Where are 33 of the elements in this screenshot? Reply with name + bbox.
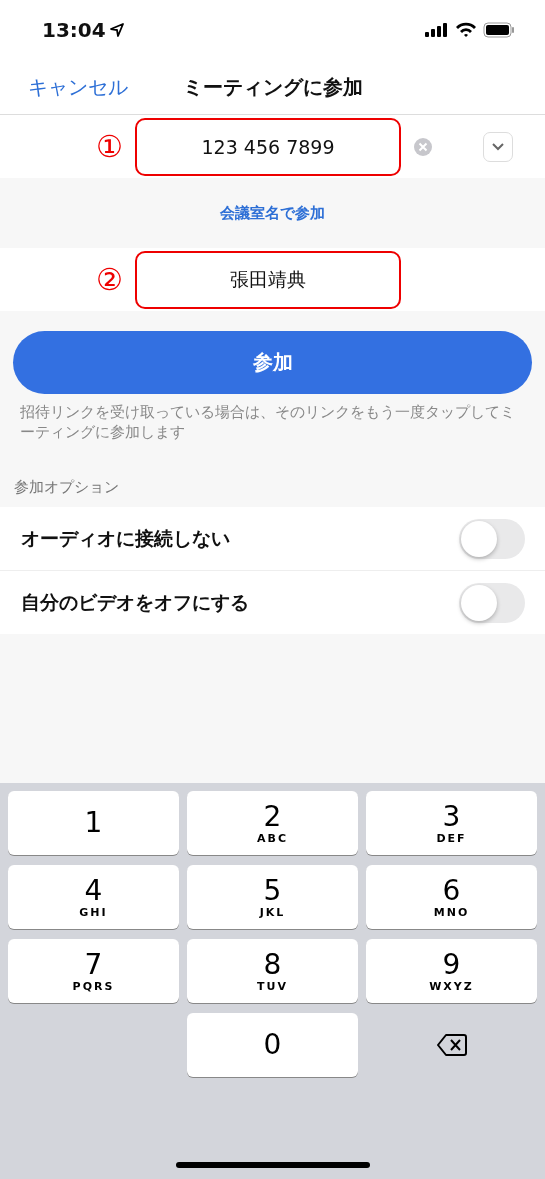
section-header: 参加オプション: [14, 478, 120, 497]
join-by-room-name-link[interactable]: 会議室名で参加: [214, 202, 331, 224]
join-button[interactable]: 参加: [13, 331, 532, 394]
keypad-key[interactable]: 9 WXYZ: [366, 939, 537, 1003]
keypad-key[interactable]: 2 ABC: [187, 791, 358, 855]
battery-icon: [483, 22, 515, 38]
screen-title: ミーティングに参加: [182, 74, 363, 99]
cancel-button[interactable]: キャンセル: [0, 73, 128, 101]
keypad-key[interactable]: 1: [8, 791, 179, 855]
annotation-number: ①: [96, 129, 123, 164]
option-label: オーディオに接続しない: [21, 525, 230, 551]
name-field[interactable]: 張田靖典: [135, 250, 401, 309]
wifi-icon: [455, 22, 477, 38]
toggle-switch[interactable]: [459, 518, 525, 559]
location-arrow-icon: [109, 23, 124, 37]
clock-time: 13:04: [42, 18, 106, 42]
keypad-key[interactable]: 8 TUV: [187, 939, 358, 1003]
keypad-key[interactable]: 7 PQRS: [8, 939, 179, 1003]
dropdown-button[interactable]: [483, 131, 513, 162]
keypad-key[interactable]: 3 DEF: [366, 791, 537, 855]
annotation-number: ②: [96, 262, 123, 297]
keypad-key[interactable]: 0: [187, 1013, 358, 1077]
chevron-down-icon: [491, 141, 505, 152]
help-text: 招待リンクを受け取っている場合は、そのリンクをもう一度タップしてミーティングに参加します: [20, 402, 516, 442]
keypad-key[interactable]: 5 JKL: [187, 865, 358, 929]
signal-icon: [425, 23, 449, 37]
toggle-switch[interactable]: [459, 582, 525, 623]
keypad-key[interactable]: 4 GHI: [8, 865, 179, 929]
option-label: 自分のビデオをオフにする: [21, 589, 249, 615]
backspace-icon: [436, 1034, 467, 1056]
keypad-key[interactable]: 6 MNO: [366, 865, 537, 929]
meeting-id-field[interactable]: 123 456 7899: [135, 117, 401, 176]
clear-icon[interactable]: [413, 136, 433, 157]
